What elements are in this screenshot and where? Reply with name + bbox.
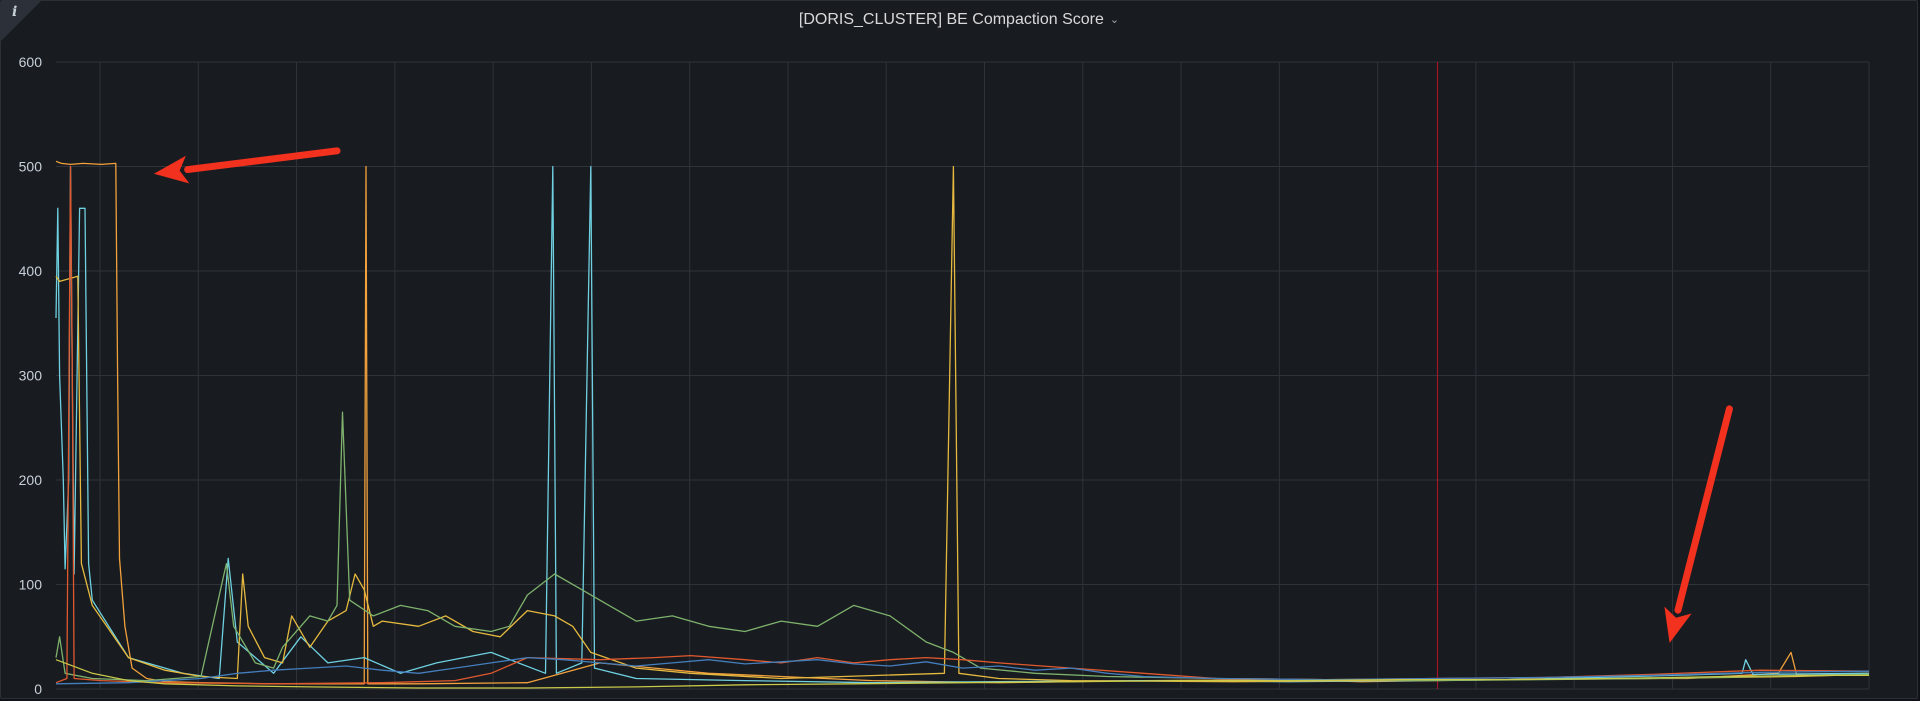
arrow-shaft-2 <box>1674 405 1733 614</box>
series-line-4 <box>55 411 1870 682</box>
line-chart: 0 100 200 300 400 500 600 <box>19 54 1870 697</box>
y-tick-label: 400 <box>19 263 43 279</box>
y-tick-label: 300 <box>19 368 43 384</box>
y-tick-label: 600 <box>19 54 43 70</box>
grid-lines <box>56 61 1870 690</box>
series-line-3 <box>55 165 1870 683</box>
y-tick-label: 0 <box>34 681 42 697</box>
series-lines <box>55 160 1870 689</box>
arrow-head-1 <box>153 155 190 184</box>
y-tick-label: 200 <box>19 472 43 488</box>
series-line-1 <box>55 160 1870 685</box>
y-axis-ticks: 0 100 200 300 400 500 600 <box>19 54 43 697</box>
y-tick-label: 500 <box>19 159 43 175</box>
y-tick-label: 100 <box>19 577 43 593</box>
graph-panel: i [DORIS_CLUSTER] BE Compaction Score ⌄ 0… <box>0 0 1918 699</box>
arrow-annotations <box>153 147 1733 643</box>
series-line-5 <box>55 165 1870 685</box>
series-line-2 <box>55 165 1870 684</box>
series-line-6 <box>55 656 1870 685</box>
